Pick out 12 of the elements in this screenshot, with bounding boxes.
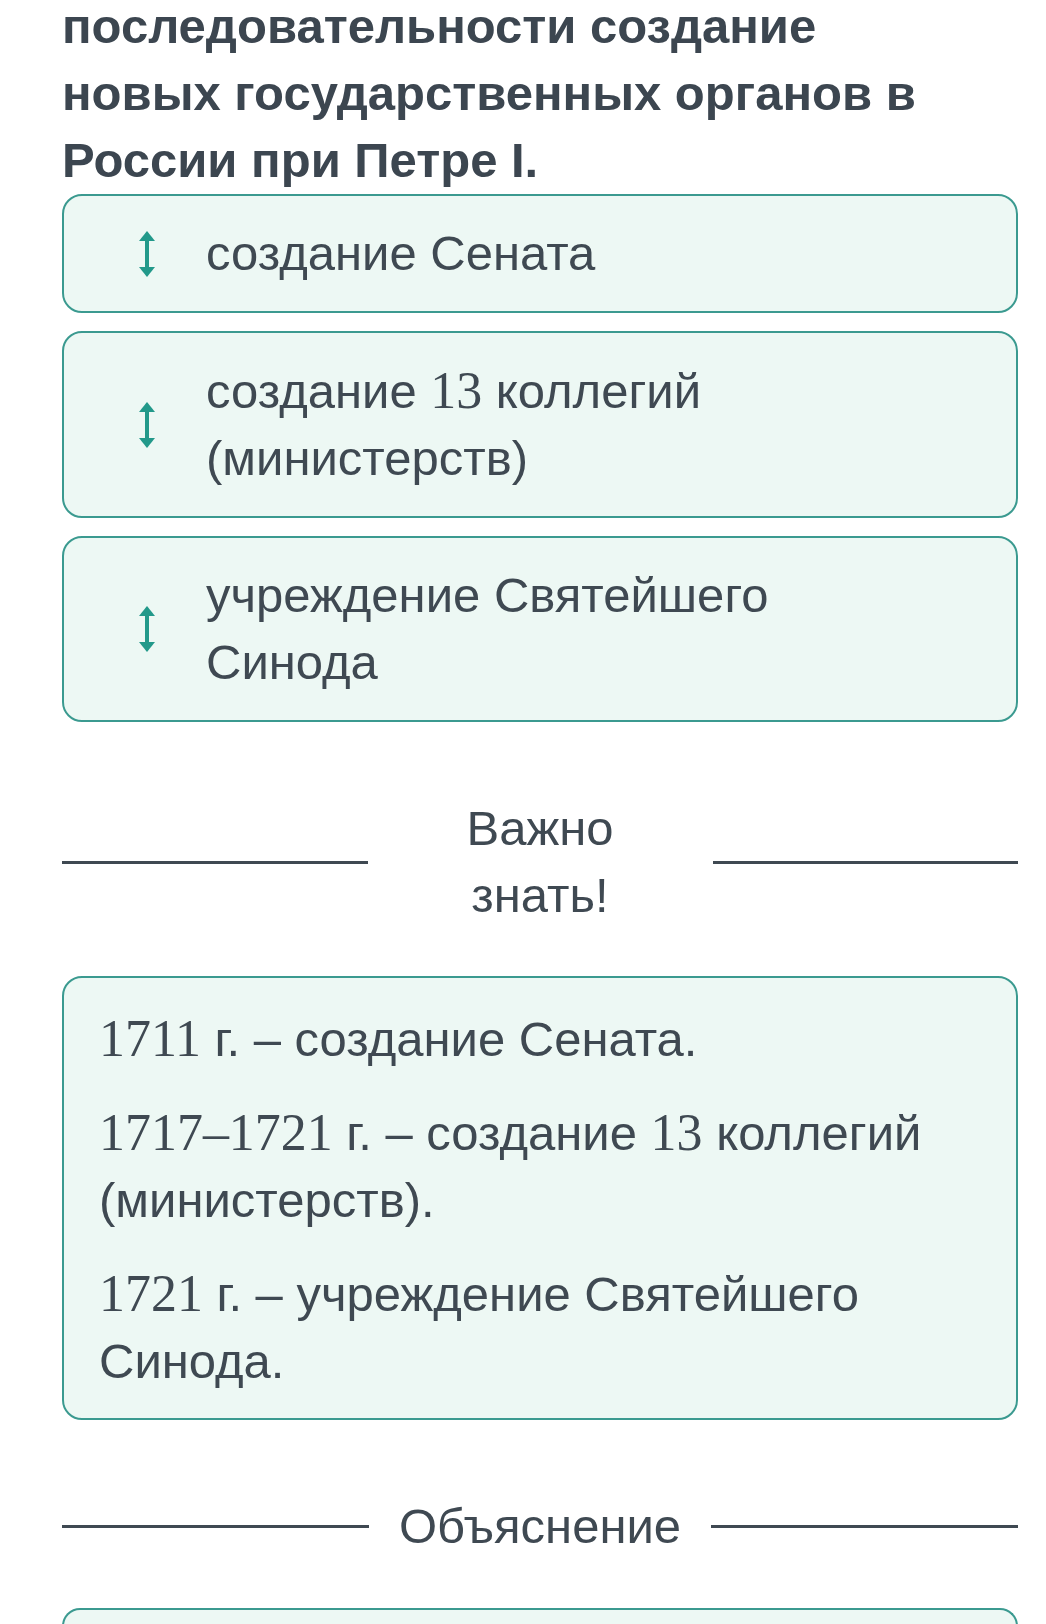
sortable-item[interactable]: учреждение Святейшего Синода: [62, 536, 1018, 722]
sortable-item[interactable]: создание Сената: [62, 194, 1018, 313]
fact-text: 1711 г. – создание Сената.: [99, 1009, 699, 1069]
section-heading: Важно знать!: [465, 800, 615, 924]
question-text: последовательности создание новых государственных органов в России при Петре I.: [62, 0, 917, 189]
up-down-arrow-icon: [138, 230, 156, 277]
up-down-arrow-icon: [138, 401, 156, 448]
fact-text: 1717–1721 г. – создание 13 коллегий (министерств).: [99, 1103, 923, 1229]
up-down-arrow-icon: [138, 606, 156, 652]
sortable-item[interactable]: создание 13 коллегий (министерств): [62, 331, 1018, 518]
section-heading: Объяснение: [398, 1498, 682, 1555]
fact-text: 1721 г. – учреждение Святейшего Синода.: [99, 1264, 860, 1390]
